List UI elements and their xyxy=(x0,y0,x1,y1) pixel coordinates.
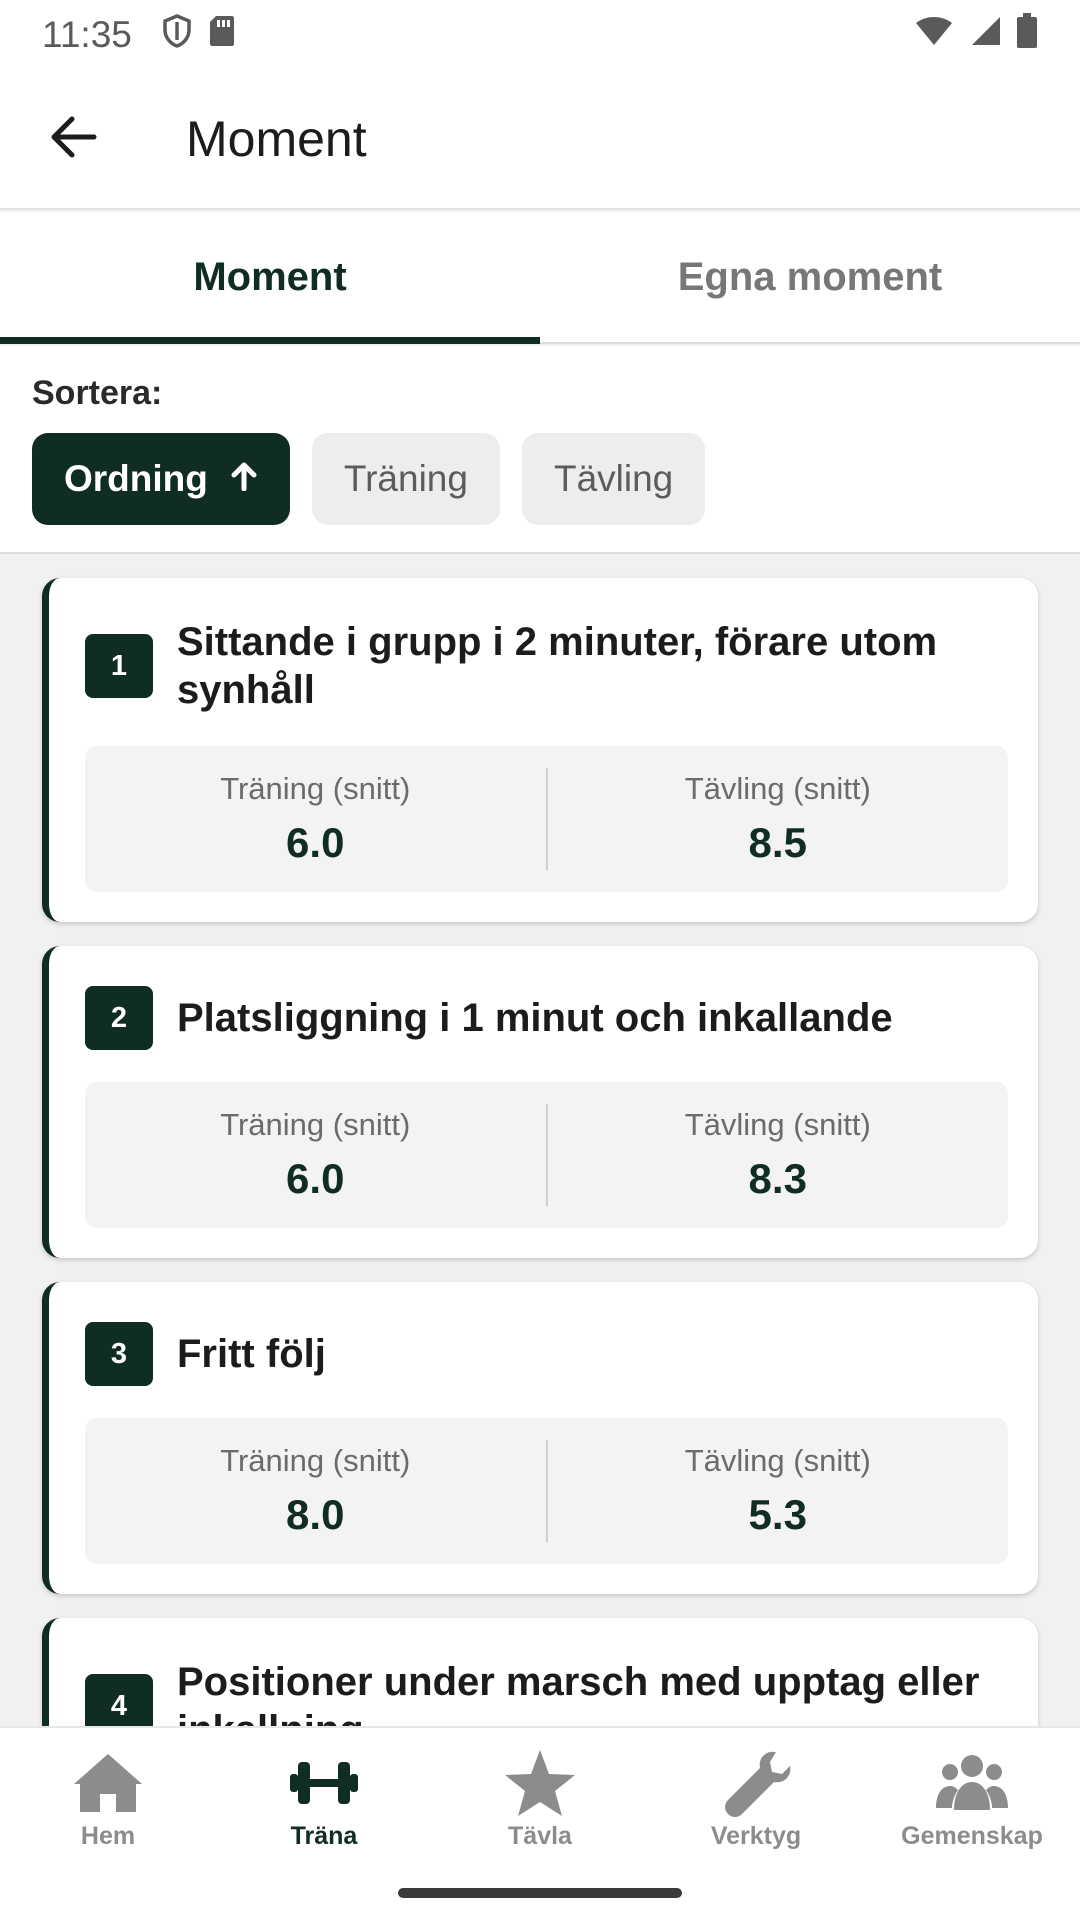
nav-item-trana[interactable]: Träna xyxy=(216,1748,432,1858)
moment-number-badge: 1 xyxy=(85,634,153,698)
competition-value: 8.5 xyxy=(748,819,807,866)
page-title: Moment xyxy=(186,111,367,167)
moment-stats: Träning (snitt) 8.0 Tävling (snitt) 5.3 xyxy=(85,1418,1008,1564)
status-time: 11:35 xyxy=(42,14,132,55)
competition-label: Tävling (snitt) xyxy=(684,1107,871,1142)
home-indicator[interactable] xyxy=(398,1888,682,1898)
signal-icon xyxy=(968,14,1002,56)
nav-item-label: Verktyg xyxy=(710,1822,802,1850)
sort-chip-label: Tävling xyxy=(553,458,674,499)
moment-stats: Träning (snitt) 6.0 Tävling (snitt) 8.3 xyxy=(85,1082,1008,1228)
sort-chip-label: Träning xyxy=(343,458,468,499)
competition-label: Tävling (snitt) xyxy=(684,771,871,806)
wrench-icon xyxy=(725,1751,791,1817)
sort-chip-traning[interactable]: Träning xyxy=(311,433,500,525)
nav-item-label: Tävla xyxy=(508,1822,572,1850)
status-bar: 11:35 xyxy=(0,0,1080,70)
training-label: Träning (snitt) xyxy=(220,1443,411,1478)
moment-title: Positioner under marsch med upptag eller… xyxy=(177,1660,980,1726)
sort-chips: Ordning Träning Tävling xyxy=(32,433,1048,525)
wifi-icon xyxy=(914,14,954,56)
moment-stats: Träning (snitt) 6.0 Tävling (snitt) 8.5 xyxy=(85,746,1008,892)
back-button[interactable] xyxy=(0,69,148,209)
moment-title: Platsliggning i 1 minut och inkallande xyxy=(177,996,893,1040)
nav-item-verktyg[interactable]: Verktyg xyxy=(648,1748,864,1858)
moment-number-badge: 4 xyxy=(85,1674,153,1726)
training-label: Träning (snitt) xyxy=(220,771,411,806)
people-icon xyxy=(936,1755,1008,1810)
moment-title: Fritt följ xyxy=(177,1332,326,1376)
bottom-navigation: Hem Träna Tävla Verktyg Gemenskap xyxy=(0,1726,1080,1920)
sort-chip-ordning[interactable]: Ordning xyxy=(32,433,290,525)
moment-number-badge: 2 xyxy=(85,986,153,1050)
nav-item-label: Träna xyxy=(290,1822,358,1850)
shield-icon xyxy=(162,13,192,57)
sort-label: Sortera: xyxy=(32,374,163,412)
dumbbell-icon xyxy=(290,1762,358,1804)
star-icon xyxy=(505,1750,575,1816)
moment-number-badge: 3 xyxy=(85,1322,153,1386)
moment-card[interactable]: 4 Positioner under marsch med upptag ell… xyxy=(42,1618,1038,1726)
nav-item-label: Gemenskap xyxy=(901,1822,1043,1850)
app-bar: Moment xyxy=(0,70,1080,210)
home-icon xyxy=(74,1754,142,1812)
sort-chip-label: Ordning xyxy=(64,458,208,499)
nav-item-gemenskap[interactable]: Gemenskap xyxy=(864,1748,1080,1858)
battery-icon xyxy=(1016,12,1038,58)
nav-item-hem[interactable]: Hem xyxy=(0,1748,216,1858)
nav-item-label: Hem xyxy=(80,1822,136,1850)
arrow-back-icon xyxy=(48,115,98,164)
sd-card-icon xyxy=(208,14,236,57)
tab-bar: Moment Egna moment xyxy=(0,212,1080,344)
training-value: 8.0 xyxy=(286,1491,345,1538)
moment-title: Sittande i grupp i 2 minuter, förare uto… xyxy=(177,620,938,712)
sort-section: Sortera: Ordning Träning Tävling xyxy=(0,346,1080,554)
moment-card[interactable]: 2 Platsliggning i 1 minut och inkallande… xyxy=(42,946,1038,1258)
tab-egna-moment[interactable]: Egna moment xyxy=(540,212,1080,342)
training-label: Träning (snitt) xyxy=(220,1107,411,1142)
moment-list: 1 Sittande i grupp i 2 minuter, förare u… xyxy=(0,556,1080,1726)
tab-moment[interactable]: Moment xyxy=(0,212,540,344)
competition-value: 5.3 xyxy=(748,1491,807,1538)
sort-chip-tavling[interactable]: Tävling xyxy=(521,433,706,525)
nav-item-tavla[interactable]: Tävla xyxy=(432,1748,648,1858)
competition-label: Tävling (snitt) xyxy=(684,1443,871,1478)
training-value: 6.0 xyxy=(286,1155,345,1202)
competition-value: 8.3 xyxy=(748,1155,807,1202)
arrow-up-icon xyxy=(230,458,258,500)
moment-card[interactable]: 1 Sittande i grupp i 2 minuter, förare u… xyxy=(42,578,1038,922)
moment-card[interactable]: 3 Fritt följ Träning (snitt) 8.0 Tävling… xyxy=(42,1282,1038,1594)
training-value: 6.0 xyxy=(286,819,345,866)
